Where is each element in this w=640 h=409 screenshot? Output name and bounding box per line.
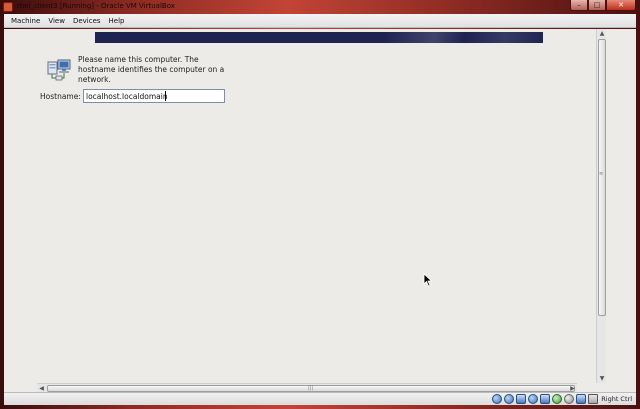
menu-bar: Machine View Devices Help <box>4 14 636 28</box>
menu-help[interactable]: Help <box>105 17 129 25</box>
network-icon[interactable] <box>528 394 538 404</box>
vertical-scrollbar[interactable]: ▲ ≡ ▼ <box>596 29 606 383</box>
capture-icon[interactable] <box>576 394 586 404</box>
close-button[interactable]: ✕ <box>606 0 636 11</box>
shared-folder-icon[interactable] <box>540 394 550 404</box>
scroll-down-arrow[interactable]: ▼ <box>597 374 607 383</box>
hostname-prompt: Please name this computer. The hostname … <box>78 55 225 84</box>
installer-banner <box>95 32 543 43</box>
virtualbox-app-icon <box>3 2 13 12</box>
banner-highlight <box>385 32 543 43</box>
network-computer-icon <box>47 59 71 81</box>
vertical-grip-icon: ≡ <box>599 171 604 177</box>
menu-devices[interactable]: Devices <box>69 17 105 25</box>
host-key-label: Right Ctrl <box>601 395 632 403</box>
hostname-input[interactable] <box>83 89 225 103</box>
hostname-label: Hostname: <box>40 92 81 101</box>
text-caret <box>165 91 166 101</box>
mouse-integration-icon[interactable] <box>564 394 574 404</box>
window-controls: – □ ✕ <box>570 0 636 12</box>
scroll-up-arrow[interactable]: ▲ <box>597 29 607 38</box>
menu-machine[interactable]: Machine <box>7 17 44 25</box>
optical-drive-icon[interactable] <box>504 394 514 404</box>
menu-view[interactable]: View <box>44 17 69 25</box>
usb-icon[interactable] <box>516 394 526 404</box>
display-icon[interactable] <box>552 394 562 404</box>
mouse-pointer-icon <box>423 273 433 287</box>
status-bar: Right Ctrl <box>4 392 636 405</box>
hard-disk-icon[interactable] <box>492 394 502 404</box>
device-status-icons <box>492 394 586 404</box>
maximize-button[interactable]: □ <box>588 0 606 11</box>
host-key-icon <box>588 394 598 404</box>
title-bar[interactable]: rhel_client3 [Running] - Oracle VM Virtu… <box>0 0 640 14</box>
horizontal-scrollbar[interactable]: ◀ ||| ▶ <box>37 383 577 392</box>
minimize-button[interactable]: – <box>570 0 588 11</box>
window-title: rhel_client3 [Running] - Oracle VM Virtu… <box>17 2 175 10</box>
guest-display[interactable]: Please name this computer. The hostname … <box>4 29 636 392</box>
horizontal-grip-icon: ||| <box>308 385 314 391</box>
vertical-scroll-thumb[interactable] <box>598 39 606 316</box>
